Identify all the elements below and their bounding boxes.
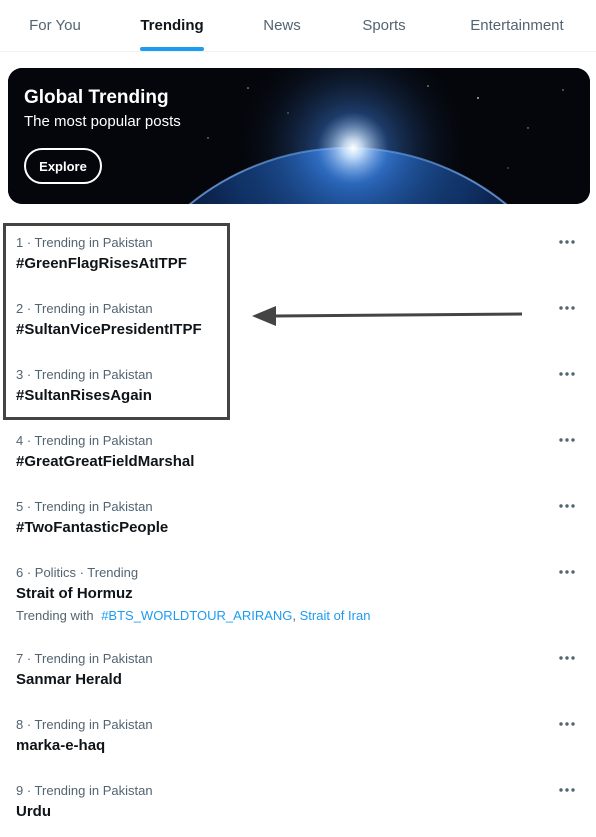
more-options-button[interactable] (552, 780, 582, 800)
more-options-button[interactable] (552, 496, 582, 516)
tab-bar: For You Trending News Sports Entertainme… (0, 0, 596, 52)
trend-item-5[interactable]: 5 · Trending in Pakistan #TwoFantasticPe… (0, 486, 596, 552)
tab-sports[interactable]: Sports (330, 0, 438, 51)
trend-meta: 3 · Trending in Pakistan (16, 367, 153, 382)
trend-title: Urdu (16, 803, 51, 820)
trend-item-2[interactable]: 2 · Trending in Pakistan #SultanVicePres… (0, 288, 596, 354)
more-horizontal-icon (559, 372, 575, 376)
tab-label: Trending (140, 17, 204, 34)
trending-with-prefix: Trending with (16, 608, 94, 623)
trend-title: #GreenFlagRisesAtITPF (16, 255, 187, 272)
trend-meta: 4 · Trending in Pakistan (16, 433, 153, 448)
tab-label: Sports (362, 17, 406, 34)
trend-meta: 8 · Trending in Pakistan (16, 717, 153, 732)
more-options-button[interactable] (552, 648, 582, 668)
trend-item-9[interactable]: 9 · Trending in Pakistan Urdu (0, 770, 596, 836)
trend-title: marka-e-haq (16, 737, 106, 754)
trend-title: #SultanVicePresidentITPF (16, 321, 202, 338)
more-options-button[interactable] (552, 430, 582, 450)
explore-button[interactable]: Explore (24, 148, 102, 184)
trend-meta: 6 · Politics · Trending (16, 565, 139, 580)
tab-news[interactable]: News (234, 0, 330, 51)
trend-title: Sanmar Herald (16, 671, 122, 688)
banner-title: Global Trending (24, 87, 169, 108)
more-options-button[interactable] (552, 562, 582, 582)
more-options-button[interactable] (552, 232, 582, 252)
tab-label: News (263, 17, 301, 34)
trend-item-7[interactable]: 7 · Trending in Pakistan Sanmar Herald (0, 638, 596, 704)
separator: , (292, 608, 300, 623)
tab-entertainment[interactable]: Entertainment (438, 0, 596, 51)
more-horizontal-icon (559, 722, 575, 726)
trend-item-6[interactable]: 6 · Politics · Trending Strait of Hormuz… (0, 552, 596, 638)
tab-label: Entertainment (470, 17, 564, 34)
tab-for-you[interactable]: For You (0, 0, 110, 51)
trending-with-link[interactable]: Strait of Iran (300, 608, 371, 623)
trend-title: Strait of Hormuz (16, 585, 133, 602)
more-horizontal-icon (559, 504, 575, 508)
trend-item-3[interactable]: 3 · Trending in Pakistan #SultanRisesAga… (0, 354, 596, 420)
more-horizontal-icon (559, 788, 575, 792)
more-horizontal-icon (559, 438, 575, 442)
trend-title: #SultanRisesAgain (16, 387, 152, 404)
trend-meta: 5 · Trending in Pakistan (16, 499, 153, 514)
more-horizontal-icon (559, 656, 575, 660)
trend-title: #GreatGreatFieldMarshal (16, 453, 195, 470)
global-trending-banner[interactable]: Global Trending The most popular posts E… (8, 68, 590, 204)
more-options-button[interactable] (552, 298, 582, 318)
tab-active-indicator (140, 47, 204, 51)
trend-meta: 2 · Trending in Pakistan (16, 301, 153, 316)
more-horizontal-icon (559, 570, 575, 574)
trending-with-link[interactable]: #BTS_WORLDTOUR_ARIRANG (101, 608, 292, 623)
tab-trending[interactable]: Trending (110, 0, 234, 51)
trending-with-line: Trending with #BTS_WORLDTOUR_ARIRANG, St… (16, 608, 370, 623)
trend-meta: 7 · Trending in Pakistan (16, 651, 153, 666)
trend-title: #TwoFantasticPeople (16, 519, 169, 536)
banner-subtitle: The most popular posts (24, 113, 181, 130)
more-horizontal-icon (559, 240, 575, 244)
trend-meta: 1 · Trending in Pakistan (16, 235, 153, 250)
more-options-button[interactable] (552, 364, 582, 384)
trend-item-4[interactable]: 4 · Trending in Pakistan #GreatGreatFiel… (0, 420, 596, 486)
trend-item-8[interactable]: 8 · Trending in Pakistan marka-e-haq (0, 704, 596, 770)
more-options-button[interactable] (552, 714, 582, 734)
trend-meta: 9 · Trending in Pakistan (16, 783, 153, 798)
trend-item-1[interactable]: 1 · Trending in Pakistan #GreenFlagRises… (0, 222, 596, 288)
tab-label: For You (29, 17, 81, 34)
more-horizontal-icon (559, 306, 575, 310)
